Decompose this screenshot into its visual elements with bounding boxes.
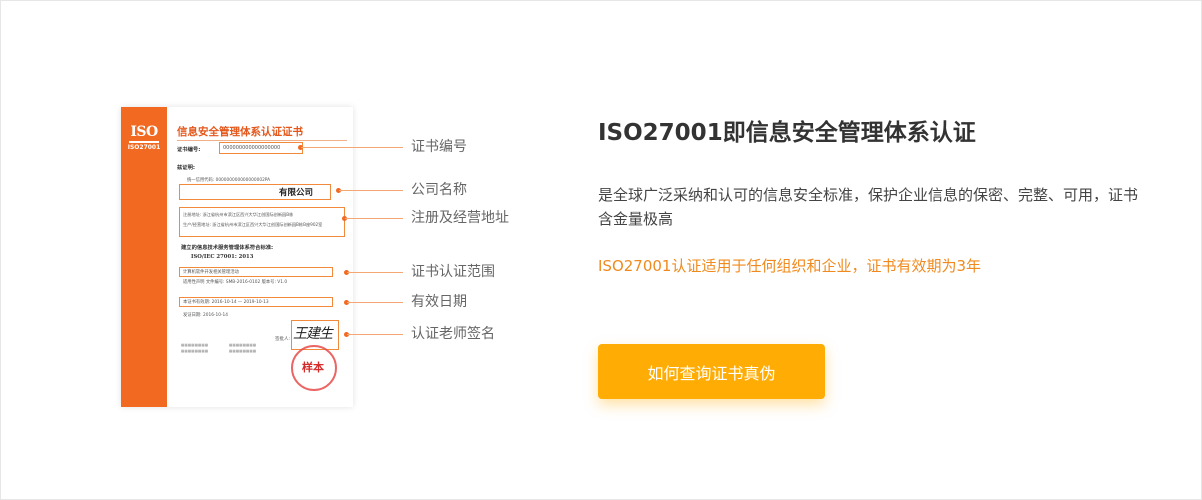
qr-caption-1: ▦▦▦▦▦▦▦▦: [181, 343, 209, 347]
section-title: ISO27001即信息安全管理体系认证: [598, 120, 976, 146]
callout-line-company: [339, 190, 403, 191]
issue-date: 发证日期: 2016-10-14: [183, 313, 228, 318]
iso-logo-text: ISO: [130, 124, 158, 140]
validity-range: 本证书有效期: 2016-10-14 — 2019-10-13: [183, 300, 269, 305]
certificate-number-value: 000000000000000000: [223, 145, 281, 151]
qr-caption-3: ▦▦▦▦▦▦▦▦: [181, 349, 209, 353]
qr-caption-4: ▦▦▦▦▦▦▦▦: [229, 349, 257, 353]
page-frame: ISO ISO27001 信息安全管理体系认证证书 证书编号: 00000000…: [0, 0, 1202, 500]
callout-company-name: 公司名称: [411, 182, 467, 198]
iso-logo-subtext: ISO27001: [127, 144, 161, 151]
certificate-number-label: 证书编号:: [177, 147, 201, 153]
signature: 王建生: [293, 326, 333, 342]
standard-label: 建立的信息技术服务管理体系符合标准:: [181, 245, 274, 251]
callout-address: 注册及经营地址: [411, 210, 509, 226]
callout-line-signature: [347, 334, 403, 335]
business-address: 生产/经营地址: 浙江省杭州市滨江区西兴大华江创国际创新园B栋B座902室: [183, 222, 323, 227]
scope-value: 计算机软件开发相关管理活动: [183, 270, 239, 275]
certificate-title: 信息安全管理体系认证证书: [177, 126, 303, 138]
certify-label: 兹证明:: [177, 165, 196, 171]
callout-line-validity: [347, 302, 403, 303]
section-description: 是全球广泛采纳和认可的信息安全标准，保护企业信息的保密、完整、可用，证书含金量极…: [598, 186, 1139, 228]
verify-certificate-button[interactable]: 如何查询证书真伪: [598, 344, 825, 399]
callout-signature: 认证老师签名: [411, 326, 495, 342]
sample-seal-text: 样本: [302, 361, 324, 374]
validity-highlight: ISO27001认证适用于任何组织和企业，证书有效期为3年: [598, 257, 982, 275]
certificate-image: ISO ISO27001 信息安全管理体系认证证书 证书编号: 00000000…: [121, 107, 353, 407]
callout-certificate-number: 证书编号: [411, 139, 467, 155]
callout-scope: 证书认证范围: [411, 264, 495, 280]
signatory-label: 签批人:: [275, 337, 291, 342]
applicability-statement: 适用性声明 文件编号: SMB-2016-0102 版本号: V1.0: [183, 280, 288, 285]
iso-logo: ISO ISO27001: [127, 124, 161, 152]
qr-caption-2: ▦▦▦▦▦▦▦▦: [229, 343, 257, 347]
standard-value: ISO/IEC 27001: 2013: [191, 254, 254, 260]
callout-validity-date: 有效日期: [411, 294, 467, 310]
certificate-side-strip: ISO ISO27001: [121, 107, 167, 407]
company-name: 有限公司: [279, 188, 314, 198]
credit-code: 统一信用代码: 000000000000000002PA: [187, 178, 271, 183]
registered-address: 注册地址: 浙江省杭州市滨江区西兴大华江创国际创新园B栋: [183, 212, 294, 217]
callout-line-number: [301, 147, 403, 148]
callout-line-scope: [347, 272, 403, 273]
callout-line-address: [345, 218, 403, 219]
certificate-body: 信息安全管理体系认证证书 证书编号: 000000000000000000 兹证…: [167, 107, 353, 407]
